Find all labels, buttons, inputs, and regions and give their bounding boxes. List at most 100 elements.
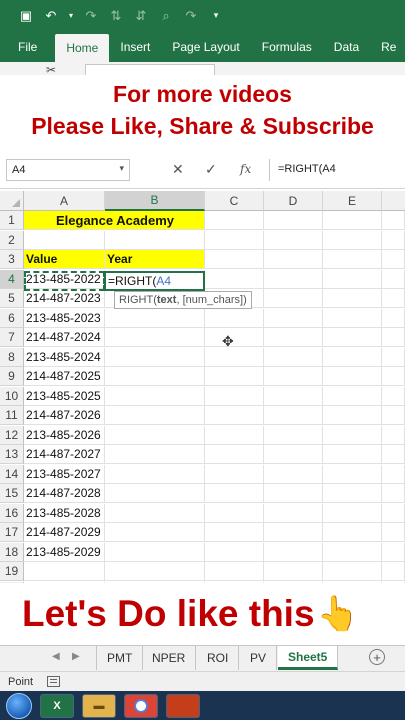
row-header[interactable]: 18 (0, 542, 24, 562)
cell[interactable] (323, 347, 382, 367)
cell[interactable] (105, 523, 205, 542)
title-cell[interactable]: Elegance Academy (24, 211, 205, 230)
formula-input[interactable]: =RIGHT(A4 (269, 159, 405, 181)
cell[interactable] (323, 211, 382, 230)
cell[interactable] (382, 308, 405, 328)
cell[interactable] (323, 484, 382, 503)
cell[interactable] (264, 562, 323, 581)
file-explorer-icon[interactable]: ▬ (82, 693, 116, 718)
cell[interactable] (323, 523, 382, 542)
cell[interactable] (382, 406, 405, 425)
sort-ascending-icon[interactable]: ⇅ (108, 8, 124, 24)
sheet-tab-roi[interactable]: ROI (197, 646, 240, 670)
cell[interactable] (323, 250, 382, 269)
row-header[interactable]: 7 (0, 328, 24, 347)
cell[interactable] (382, 484, 405, 503)
cell[interactable] (264, 484, 323, 503)
tab-formulas[interactable]: Formulas (251, 31, 323, 62)
cell[interactable] (323, 445, 382, 464)
cell[interactable] (323, 542, 382, 562)
cell[interactable]: 214-487-2026 (24, 406, 105, 425)
cell[interactable] (264, 464, 323, 484)
cell[interactable] (105, 367, 205, 386)
cell[interactable] (382, 347, 405, 367)
cell[interactable] (205, 211, 264, 230)
cell[interactable] (105, 347, 205, 367)
row-header[interactable]: 6 (0, 308, 24, 328)
cell[interactable]: 213-485-2024 (24, 347, 105, 367)
windows-start-icon[interactable] (6, 692, 32, 719)
cell[interactable] (205, 347, 264, 367)
cell[interactable] (105, 230, 205, 250)
cancel-icon[interactable]: ✕ (172, 161, 184, 178)
cell[interactable] (105, 406, 205, 425)
column-header-e[interactable]: E (323, 191, 382, 211)
tab-home[interactable]: Home (55, 34, 110, 62)
cell[interactable] (382, 328, 405, 347)
cell[interactable] (264, 347, 323, 367)
cell[interactable] (382, 464, 405, 484)
cell[interactable]: Year (105, 250, 205, 269)
cell[interactable] (105, 386, 205, 406)
cell[interactable]: 213-485-2027 (24, 464, 105, 484)
cell[interactable] (205, 230, 264, 250)
cell[interactable] (323, 464, 382, 484)
cell[interactable] (105, 425, 205, 445)
cell[interactable] (264, 230, 323, 250)
cell[interactable] (264, 406, 323, 425)
cell[interactable] (323, 562, 382, 581)
cell[interactable]: 213-485-2029 (24, 542, 105, 562)
row-header[interactable]: 8 (0, 347, 24, 367)
sheet-tab-pv[interactable]: PV (240, 646, 278, 670)
cell[interactable]: 213-485-2023 (24, 308, 105, 328)
row-header[interactable]: 3 (0, 250, 24, 269)
active-cell-editor[interactable]: =RIGHT(A4 (104, 271, 205, 291)
cell[interactable] (24, 562, 105, 581)
cell[interactable] (205, 523, 264, 542)
cell[interactable] (205, 250, 264, 269)
name-box[interactable]: A4 ▾ (6, 159, 130, 181)
cell[interactable] (382, 211, 405, 230)
tab-data[interactable]: Data (323, 31, 370, 62)
row-header[interactable]: 9 (0, 367, 24, 386)
tab-page-layout[interactable]: Page Layout (161, 31, 250, 62)
select-all-button[interactable] (0, 191, 24, 211)
row-header[interactable]: 19 (0, 562, 24, 581)
row-header[interactable]: 1 (0, 211, 24, 230)
insert-function-icon[interactable]: fx (240, 162, 251, 176)
column-header-a[interactable]: A (24, 191, 105, 211)
row-header[interactable]: 16 (0, 503, 24, 523)
cell[interactable] (323, 386, 382, 406)
cell[interactable] (105, 542, 205, 562)
cell[interactable]: 214-487-2027 (24, 445, 105, 464)
cell[interactable] (323, 289, 382, 308)
cell[interactable] (382, 367, 405, 386)
cell[interactable] (205, 269, 264, 289)
sheet-tab-nper[interactable]: NPER (142, 646, 197, 670)
tab-file[interactable]: File (0, 31, 55, 62)
undo-dropdown-icon[interactable]: ▾ (68, 8, 74, 24)
cell[interactable] (105, 328, 205, 347)
cell[interactable] (323, 367, 382, 386)
cell[interactable]: 214-487-2028 (24, 484, 105, 503)
cell[interactable] (382, 445, 405, 464)
function-tooltip[interactable]: RIGHT(text, [num_chars]) (114, 291, 252, 309)
cell[interactable] (264, 542, 323, 562)
undo-icon[interactable]: ↶ (43, 8, 59, 24)
cell[interactable] (264, 250, 323, 269)
cell[interactable] (264, 503, 323, 523)
cell[interactable] (205, 386, 264, 406)
cell[interactable] (105, 484, 205, 503)
row-header[interactable]: 15 (0, 484, 24, 503)
cell[interactable] (382, 386, 405, 406)
cell[interactable] (264, 328, 323, 347)
cell[interactable] (382, 269, 405, 289)
cell[interactable] (205, 367, 264, 386)
print-preview-icon[interactable]: ⌕ (158, 8, 174, 24)
cell[interactable] (105, 562, 205, 581)
cell[interactable] (382, 542, 405, 562)
cell[interactable] (105, 445, 205, 464)
cell[interactable] (105, 464, 205, 484)
scroll-left-icon[interactable]: ◀ (52, 651, 60, 662)
row-header[interactable]: 10 (0, 386, 24, 406)
